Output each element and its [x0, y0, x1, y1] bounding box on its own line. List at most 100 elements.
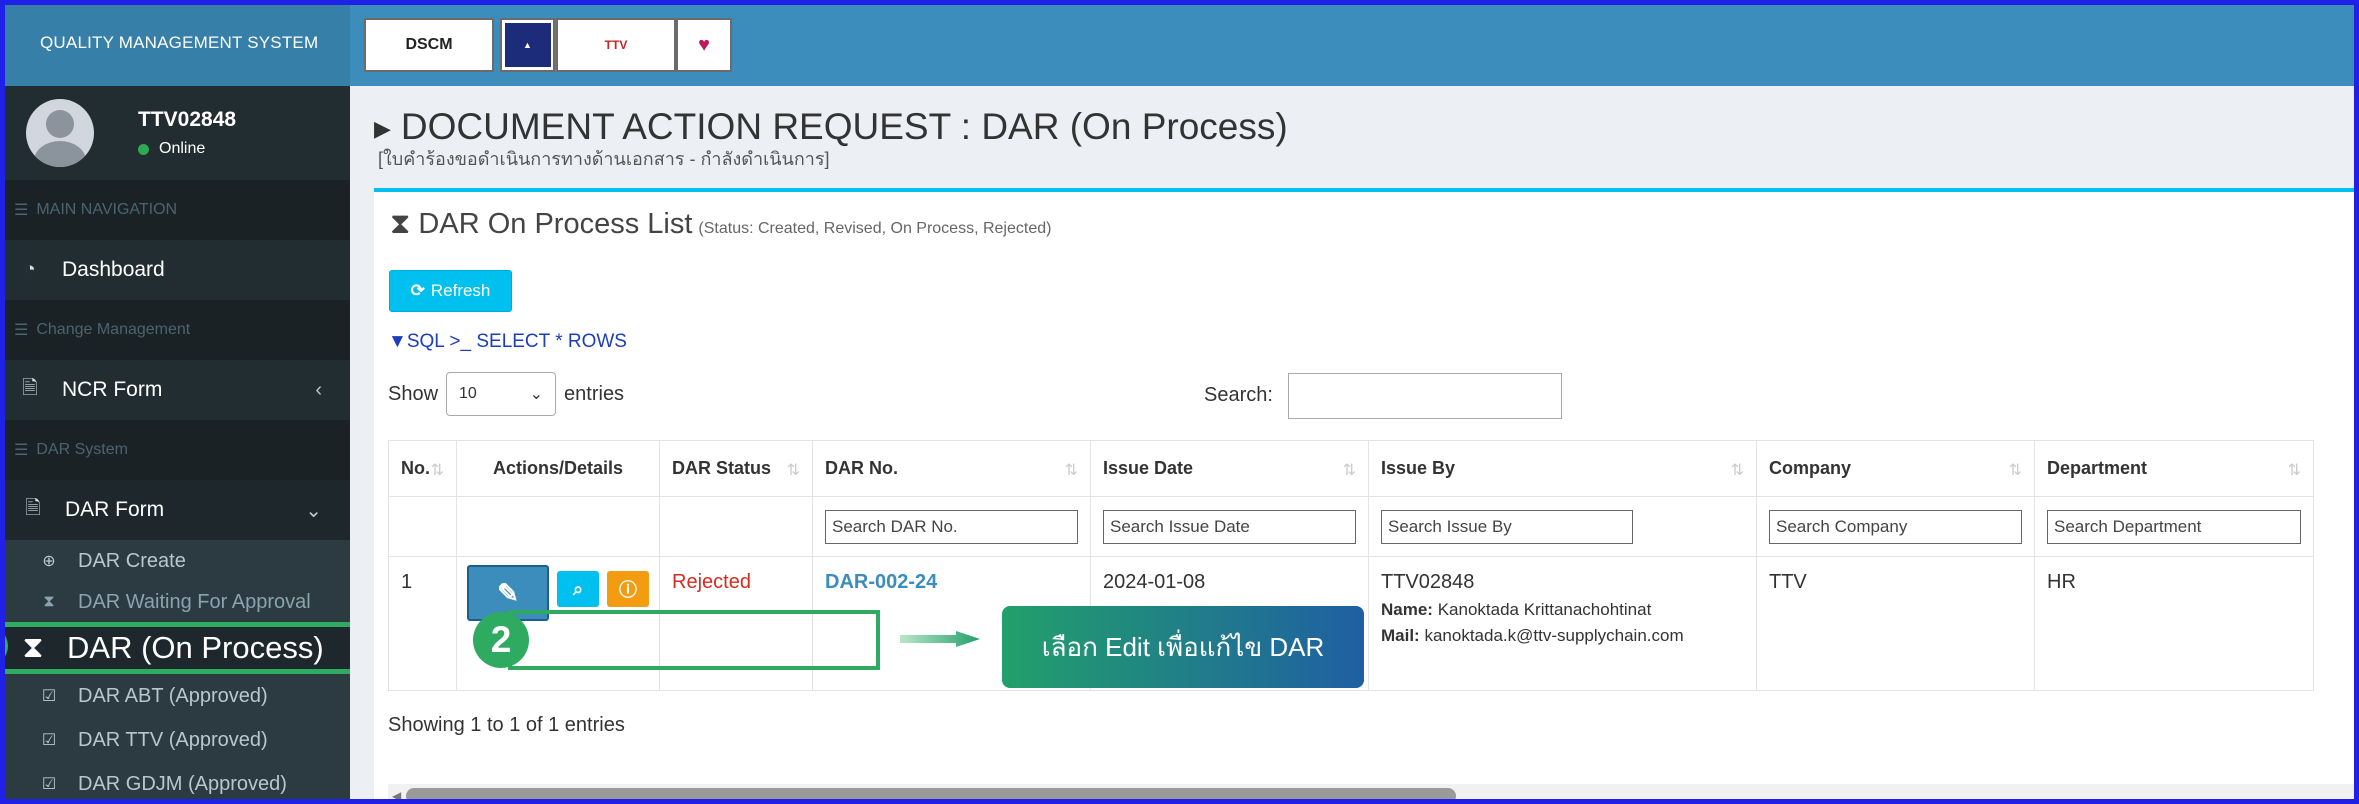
show-label: Show: [388, 382, 439, 405]
filter-cell: [456, 496, 660, 557]
sidebar-item-dashboard[interactable]: ◔ Dashboard: [0, 240, 350, 300]
header-label: Issue By: [1381, 458, 1456, 478]
filter-dar-no-input[interactable]: Search DAR No.: [825, 509, 1078, 544]
col-dar-status[interactable]: DAR Status ⇅: [659, 440, 813, 497]
dashboard-icon: ◔: [24, 259, 36, 280]
sidebar-item-dar-create[interactable]: ⊕ DAR Create: [0, 540, 350, 582]
cell-company: TTV: [1756, 556, 2035, 691]
dscm-logo[interactable]: DSCM: [364, 18, 494, 72]
cell-no: 1: [388, 556, 457, 691]
sidebar: QUALITY MANAGEMENT SYSTEM TTV02848 Onlin…: [0, 0, 350, 804]
issue-by-mail: Mail: kanoktada.k@ttv-supplychain.com: [1381, 626, 1744, 646]
ttv-logo[interactable]: TTV: [556, 18, 676, 72]
info-button[interactable]: ⓘ: [607, 571, 649, 607]
col-issue-date[interactable]: Issue Date ⇅: [1090, 440, 1369, 497]
search-icon: ⌕: [572, 578, 584, 599]
filter-issue-by-input[interactable]: Search Issue By: [1381, 509, 1633, 544]
box-title: ⧗ DAR On Process List (Status: Created, R…: [390, 208, 1051, 241]
user-panel: TTV02848 Online: [0, 86, 350, 180]
cell-department: HR: [2034, 556, 2314, 691]
header-label: Actions/Details: [492, 458, 624, 478]
dar-header-label: DAR System: [36, 441, 128, 458]
sidebar-item-ncr-form[interactable]: 🗎 NCR Form ‹: [0, 360, 350, 420]
hourglass-icon: ⧗: [43, 593, 55, 610]
scroll-left-icon[interactable]: ◀: [392, 789, 401, 803]
main-nav-header: ☰ MAIN NAVIGATION: [0, 180, 350, 240]
content-area: ▶ DOCUMENT ACTION REQUEST : DAR (On Proce…: [350, 86, 2359, 804]
filter-cell: Search Company: [1756, 496, 2035, 557]
search-input[interactable]: [1288, 373, 1562, 419]
list-icon: ☰: [14, 202, 29, 219]
sort-icon: ⇅: [1342, 462, 1356, 479]
filter-cell: Search Department: [2034, 496, 2314, 557]
view-button[interactable]: ⌕: [557, 571, 599, 607]
sidebar-item-label: DAR Form: [65, 498, 165, 521]
header-label: Company: [1769, 458, 1852, 478]
header-label: DAR No.: [825, 458, 898, 478]
sidebar-item-dar-abt[interactable]: ☑ DAR ABT (Approved): [0, 674, 350, 718]
step-badge: 2: [473, 612, 529, 668]
sidebar-item-label: DAR Waiting For Approval: [78, 590, 311, 613]
filter-cell: Search DAR No.: [812, 496, 1091, 557]
filter-cell: Search Issue By: [1368, 496, 1757, 557]
col-department[interactable]: Department ⇅: [2034, 440, 2314, 497]
sidebar-item-dar-form[interactable]: 🗎 DAR Form ⌄: [0, 480, 350, 540]
name-label: Name:: [1381, 600, 1433, 619]
header-label: Department: [2047, 458, 2148, 478]
sidebar-item-dar-ttv[interactable]: ☑ DAR TTV (Approved): [0, 718, 350, 762]
col-issue-by[interactable]: Issue By ⇅: [1368, 440, 1757, 497]
list-icon: ☰: [14, 322, 29, 339]
top-navbar: DSCM ▲ TTV ♥: [350, 0, 2359, 86]
heart-logo[interactable]: ♥: [676, 18, 732, 72]
sql-link-label: SQL >_ SELECT * ROWS: [406, 331, 627, 352]
dar-submenu: ⊕ DAR Create ⧗ DAR Waiting For Approval ⧗ D…: [0, 540, 350, 804]
box-title-text: DAR On Process List: [418, 208, 693, 240]
filter-company-input[interactable]: Search Company: [1769, 509, 2022, 544]
page-title-text: DOCUMENT ACTION REQUEST : DAR (On Proces…: [400, 106, 1288, 147]
app-brand[interactable]: QUALITY MANAGEMENT SYSTEM: [0, 0, 350, 86]
change-header-label: Change Management: [36, 321, 191, 338]
sort-icon: ⇅: [2008, 462, 2022, 479]
sort-icon: ⇅: [786, 462, 800, 479]
check-square-icon: ☑: [41, 688, 57, 705]
entries-select[interactable]: 10 ⌄: [446, 372, 557, 416]
main-nav-header-label: MAIN NAVIGATION: [36, 201, 178, 218]
chevron-down-icon: ⌄: [305, 499, 322, 522]
mail-value: kanoktada.k@ttv-supplychain.com: [1424, 626, 1684, 645]
partner-logo[interactable]: ▲: [500, 18, 555, 72]
chevron-down-icon: ⌄: [529, 386, 544, 403]
col-dar-no[interactable]: DAR No. ⇅: [812, 440, 1091, 497]
filter-department-input[interactable]: Search Department: [2047, 509, 2301, 544]
sort-icon: ⇅: [1064, 462, 1078, 479]
filter-icon: ▼: [388, 331, 407, 352]
hourglass-icon: ⧗: [22, 631, 44, 664]
partner-logo-mark: ▲: [504, 23, 551, 67]
dar-list-box: ⧗ DAR On Process List (Status: Created, R…: [374, 188, 2359, 804]
sidebar-item-dar-gdjm[interactable]: ☑ DAR GDJM (Approved): [0, 762, 350, 804]
sidebar-item-label: DAR ABT (Approved): [78, 684, 268, 707]
col-no[interactable]: No. ⇅: [388, 440, 457, 497]
dar-no-link[interactable]: DAR-002-24: [825, 571, 937, 593]
page-title: ▶ DOCUMENT ACTION REQUEST : DAR (On Proce…: [374, 106, 1288, 148]
cell-issue-by: TTV02848 Name: Kanoktada Krittanachohtin…: [1368, 556, 1757, 691]
status-badge: Rejected: [672, 571, 751, 593]
page-subtitle: [ใบคำร้องขอดำเนินการทางด้านเอกสาร - กำลั…: [378, 149, 830, 169]
scroll-thumb[interactable]: [406, 788, 1456, 804]
user-status: Online: [138, 140, 236, 158]
issue-by-name: Name: Kanoktada Krittanachohtinat: [1381, 600, 1744, 620]
mail-label: Mail:: [1381, 626, 1420, 645]
sidebar-item-label: DAR (On Process): [67, 630, 324, 665]
refresh-button[interactable]: ⟳ Refresh: [389, 270, 512, 312]
dscm-logo-text: DSCM: [405, 36, 453, 53]
highlight-box: [508, 610, 880, 670]
sidebar-item-dar-on-process[interactable]: ⧗ DAR (On Process): [0, 622, 350, 674]
col-company[interactable]: Company ⇅: [1756, 440, 2035, 497]
sidebar-item-dar-waiting[interactable]: ⧗ DAR Waiting For Approval: [0, 582, 350, 622]
info-icon: ⓘ: [619, 580, 637, 600]
sidebar-item-label: DAR Create: [78, 549, 186, 572]
name-value: Kanoktada Krittanachohtinat: [1437, 600, 1652, 619]
filter-row: Search DAR No. Search Issue Date Search …: [388, 496, 2314, 557]
sql-link[interactable]: ▼SQL >_ SELECT * ROWS: [388, 331, 627, 353]
filter-issue-date-input[interactable]: Search Issue Date: [1103, 509, 1356, 544]
horizontal-scrollbar[interactable]: ◀: [388, 784, 2358, 804]
